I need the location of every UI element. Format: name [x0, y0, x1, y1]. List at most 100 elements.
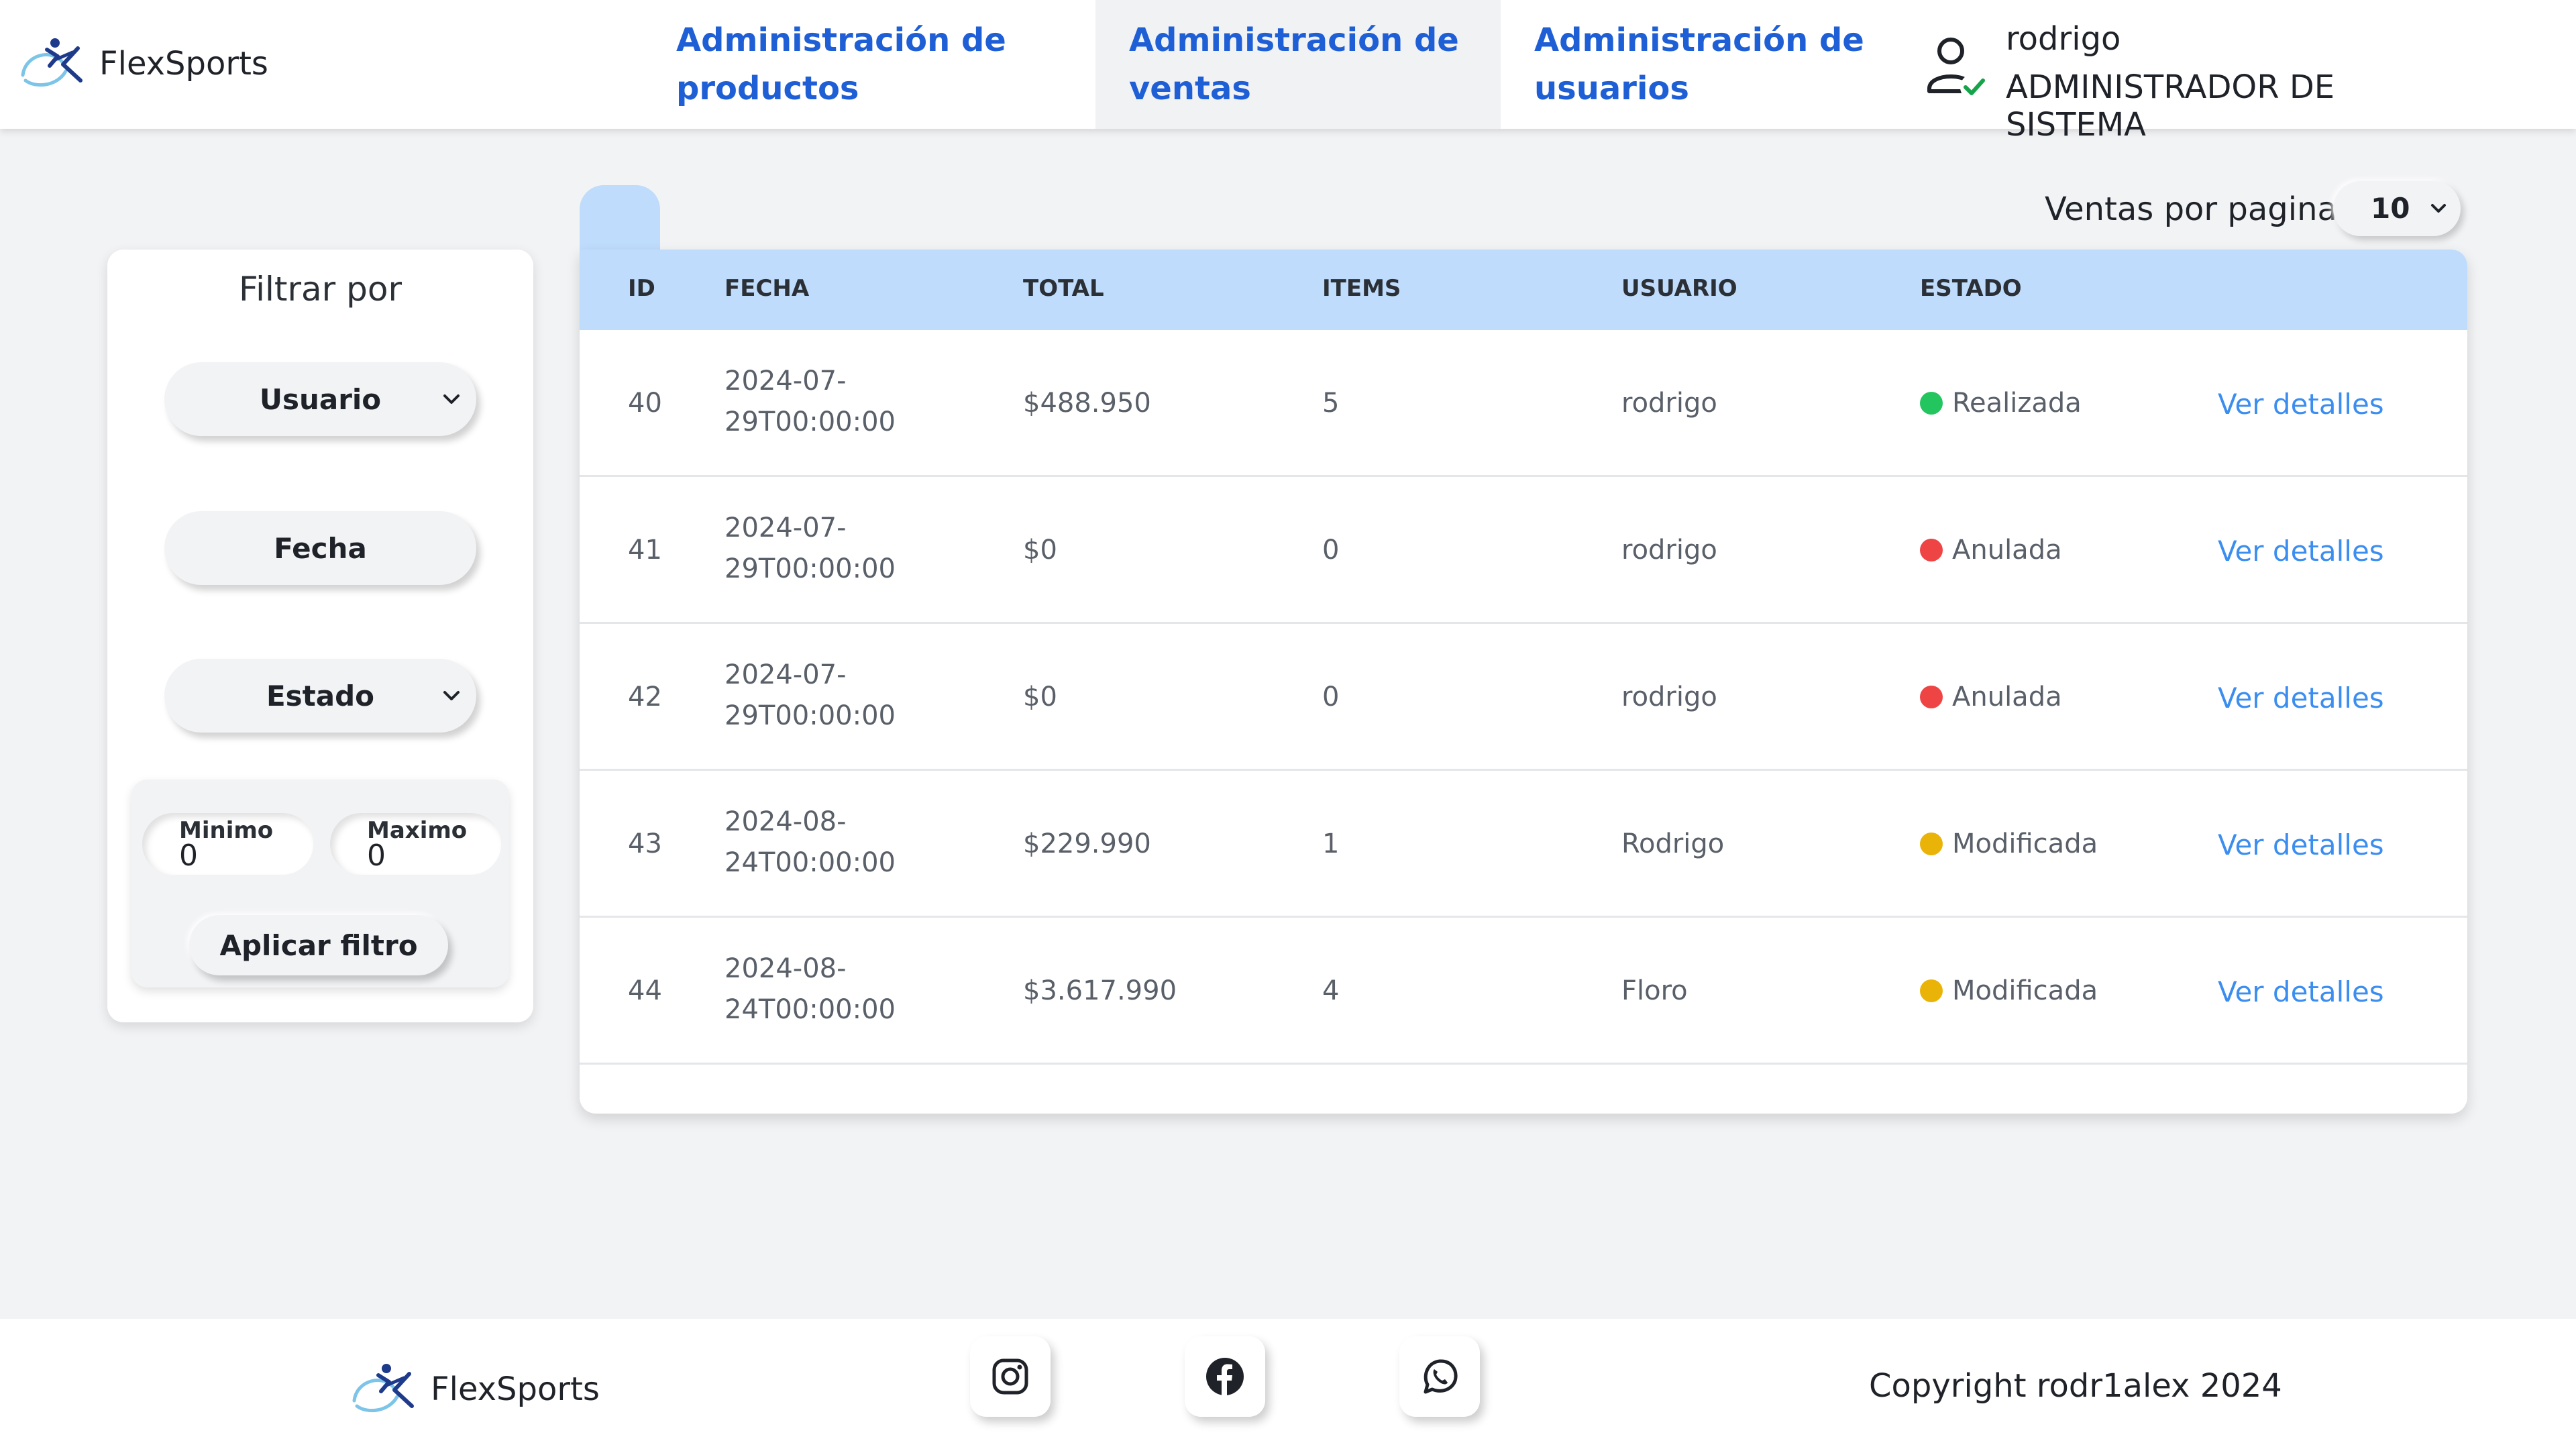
cell-user: Rodrigo [1621, 828, 1725, 859]
page-footer: FlexSports Copyright rodr1alex 2024 [0, 1319, 2576, 1449]
cell-status: Anulada [1920, 682, 2062, 712]
cell-items: 0 [1322, 535, 1340, 566]
facebook-button[interactable] [1185, 1336, 1265, 1417]
instagram-icon [992, 1358, 1028, 1395]
cell-items: 1 [1322, 828, 1340, 859]
status-label: Anulada [1952, 535, 2062, 566]
top-header: FlexSports Administración de productos A… [0, 0, 2576, 144]
table-header: ID FECHA TOTAL ITEMS USUARIO ESTADO [580, 250, 2467, 330]
cell-user: rodrigo [1621, 535, 1717, 566]
cell-date-line2: 29T00:00:00 [724, 700, 896, 731]
whatsapp-icon [1424, 1359, 1458, 1394]
status-label: Realizada [1952, 388, 2082, 419]
view-details-link[interactable]: Ver detalles [2218, 828, 2384, 861]
user-role: ADMINISTRADOR DE SISTEMA [2006, 68, 2335, 144]
cell-total: $488.950 [1023, 388, 1151, 419]
per-page-label: Ventas por pagina: [2045, 191, 2349, 228]
cell-user: rodrigo [1621, 388, 1717, 419]
cell-total: $229.990 [1023, 828, 1151, 859]
column-header-user: USUARIO [1621, 275, 1737, 302]
nav-products-admin[interactable]: Administración de productos [643, 0, 1095, 129]
footer-brand-logo[interactable]: FlexSports [347, 1359, 600, 1419]
nav-sales-admin[interactable]: Administración de ventas [1095, 0, 1501, 129]
cell-id: 43 [628, 828, 662, 859]
column-header-total: TOTAL [1023, 275, 1104, 302]
apply-filter-label: Aplicar filtro [219, 928, 418, 962]
min-total-value: 0 [179, 839, 198, 873]
status-label: Anulada [1952, 682, 2062, 712]
table-row: 44 2024-08- 24T00:00:00 $3.617.990 4 Flo… [580, 918, 2467, 1065]
cell-status: Modificada [1920, 975, 2098, 1006]
flexsports-logo-icon [352, 1364, 414, 1413]
cell-status: Anulada [1920, 535, 2062, 566]
flexsports-logo-icon [21, 38, 83, 87]
status-dot-icon [1920, 392, 1943, 415]
cell-items: 4 [1322, 975, 1340, 1006]
nav-users-label: Administración de usuarios [1534, 21, 1864, 107]
chevron-down-icon [443, 691, 460, 700]
cell-date-line1: 2024-07- [724, 366, 847, 396]
status-dot-icon [1920, 539, 1943, 561]
cell-items: 5 [1322, 388, 1340, 419]
table-row: 40 2024-07- 29T00:00:00 $488.950 5 rodri… [580, 330, 2467, 477]
cell-date: 2024-07- 29T00:00:00 [724, 361, 966, 443]
chevron-down-icon [2431, 204, 2446, 213]
max-total-value: 0 [367, 839, 386, 873]
cell-total: $0 [1023, 535, 1057, 566]
cell-status: Realizada [1920, 388, 2082, 419]
cell-id: 41 [628, 535, 662, 566]
view-details-link[interactable]: Ver detalles [2218, 535, 2384, 568]
cell-date-line2: 24T00:00:00 [724, 847, 896, 878]
state-filter-label: Estado [266, 679, 375, 712]
cell-date-line2: 29T00:00:00 [724, 553, 896, 584]
chevron-down-icon [443, 394, 460, 404]
user-check-icon [1927, 38, 1987, 101]
per-page-select[interactable]: 10 [2333, 181, 2461, 236]
cell-date: 2024-08- 24T00:00:00 [724, 802, 966, 883]
cell-date-line1: 2024-07- [724, 513, 847, 543]
instagram-button[interactable] [970, 1336, 1051, 1417]
nav-users-admin[interactable]: Administración de usuarios [1501, 0, 1903, 129]
cell-total: $0 [1023, 682, 1057, 712]
per-page-value: 10 [2371, 192, 2410, 225]
sales-table: ID FECHA TOTAL ITEMS USUARIO ESTADO 40 2… [580, 250, 2467, 1114]
whatsapp-button[interactable] [1399, 1336, 1480, 1417]
status-dot-icon [1920, 833, 1943, 855]
cell-date-line1: 2024-08- [724, 953, 847, 984]
min-total-input[interactable]: Minimo 0 [142, 813, 313, 875]
cell-date-line1: 2024-07- [724, 659, 847, 690]
filter-title: Filtrar por [238, 270, 402, 309]
cell-id: 40 [628, 388, 662, 419]
apply-filter-button[interactable]: Aplicar filtro [189, 915, 448, 975]
column-header-id: ID [628, 275, 655, 302]
cell-id: 44 [628, 975, 662, 1006]
table-row: 42 2024-07- 29T00:00:00 $0 0 rodrigo Anu… [580, 624, 2467, 771]
table-row: 41 2024-07- 29T00:00:00 $0 0 rodrigo Anu… [580, 477, 2467, 624]
cell-user: Floro [1621, 975, 1688, 1006]
column-header-date: FECHA [724, 275, 810, 302]
state-filter-select[interactable]: Estado [164, 659, 476, 733]
status-label: Modificada [1952, 828, 2098, 859]
status-dot-icon [1920, 686, 1943, 708]
cell-date-line1: 2024-08- [724, 806, 847, 837]
max-total-input[interactable]: Maximo 0 [330, 813, 501, 875]
user-filter-label: Usuario [259, 382, 382, 416]
user-filter-select[interactable]: Usuario [164, 362, 476, 436]
view-details-link[interactable]: Ver detalles [2218, 975, 2384, 1008]
cell-user: rodrigo [1621, 682, 1717, 712]
brand-name: FlexSports [99, 45, 268, 83]
view-details-link[interactable]: Ver detalles [2218, 682, 2384, 714]
date-filter-label: Fecha [274, 531, 367, 565]
cell-items: 0 [1322, 682, 1340, 712]
copyright-text: Copyright rodr1alex 2024 [1869, 1367, 2282, 1405]
filter-panel: Filtrar por Usuario Fecha Estado Minimo … [107, 250, 533, 1022]
cell-date: 2024-07- 29T00:00:00 [724, 508, 966, 590]
facebook-icon [1206, 1358, 1244, 1395]
user-info[interactable]: rodrigo ADMINISTRADOR DE SISTEMA [1925, 0, 2462, 144]
brand-logo[interactable]: FlexSports [16, 34, 268, 94]
date-filter-button[interactable]: Fecha [164, 511, 476, 585]
view-details-link[interactable]: Ver detalles [2218, 388, 2384, 421]
nav-sales-label: Administración de ventas [1129, 21, 1459, 107]
cell-total: $3.617.990 [1023, 975, 1177, 1006]
cell-status: Modificada [1920, 828, 2098, 859]
